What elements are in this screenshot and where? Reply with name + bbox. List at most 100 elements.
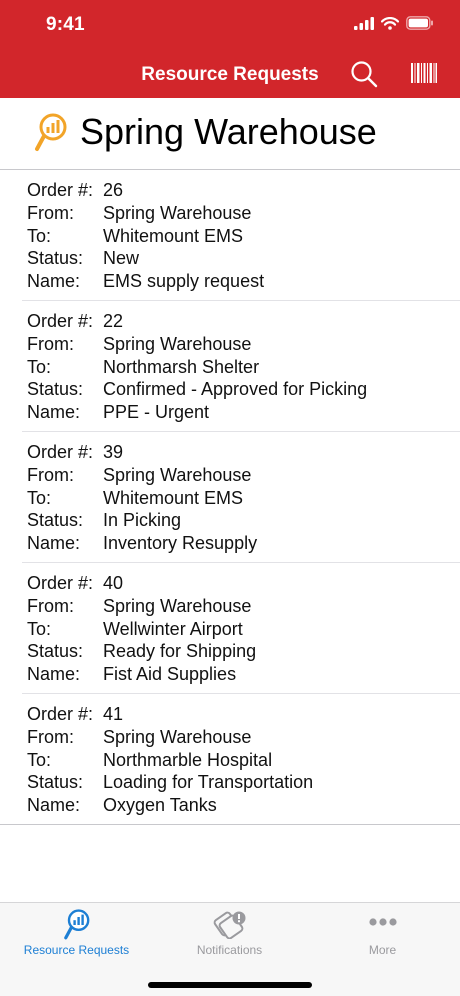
from-label: From: <box>27 465 74 485</box>
status-label: Status: <box>27 641 84 661</box>
to-value: Whitemount EMS <box>103 226 244 246</box>
status-bar: 9:41 <box>0 0 460 50</box>
nav-title: Resource Requests <box>0 64 460 86</box>
name-label: Name: <box>27 795 81 815</box>
name-row: Name: PPE - Urgent <box>27 401 209 423</box>
order-number-label: Order #: <box>27 704 94 724</box>
from-value: Spring Warehouse <box>103 334 252 354</box>
page-title: Spring Warehouse <box>80 111 377 152</box>
nav-title-text: Resource Requests <box>141 64 319 85</box>
status-label: Status: <box>27 248 84 268</box>
to-row: To: Northmarble Hospital <box>27 749 272 771</box>
to-label: To: <box>27 226 52 246</box>
name-value: PPE - Urgent <box>103 402 210 422</box>
top-bar: 9:41 Resource Requests <box>0 0 460 98</box>
to-label: To: <box>27 488 52 508</box>
name-label: Name: <box>27 533 81 553</box>
from-value: Spring Warehouse <box>103 465 252 485</box>
home-indicator[interactable] <box>148 982 312 988</box>
order-number-row: Order #: 26 <box>27 179 123 201</box>
status-row: Status: Confirmed - Approved for Picking <box>27 378 367 400</box>
name-row: Name: Fist Aid Supplies <box>27 663 236 685</box>
order-number-value: 41 <box>103 704 124 724</box>
order-number-label: Order #: <box>27 311 94 331</box>
from-label: From: <box>27 727 74 747</box>
from-value: Spring Warehouse <box>103 727 252 747</box>
notifications-icon <box>213 911 245 939</box>
name-label: Name: <box>27 664 81 684</box>
name-label: Name: <box>27 402 81 422</box>
from-row: From: Spring Warehouse <box>27 464 251 486</box>
tab-more[interactable]: More <box>306 903 459 963</box>
order-number-row: Order #: 41 <box>27 703 123 725</box>
battery-icon <box>406 16 433 30</box>
order-number-value: 26 <box>103 180 124 200</box>
name-value: Oxygen Tanks <box>103 795 217 815</box>
more-icon <box>368 918 397 926</box>
order-number-label: Order #: <box>27 442 94 462</box>
name-value: Fist Aid Supplies <box>103 664 237 684</box>
name-row: Name: Inventory Resupply <box>27 532 257 554</box>
resource-search-logo-icon <box>35 113 67 151</box>
to-row: To: Northmarsh Shelter <box>27 356 259 378</box>
order-item[interactable]: Order #: 22 From: Spring Warehouse To: Nort… <box>22 301 460 432</box>
name-label: Name: <box>27 271 81 291</box>
from-row: From: Spring Warehouse <box>27 726 251 748</box>
name-row: Name: Oxygen Tanks <box>27 794 217 816</box>
status-label: Status: <box>27 379 84 399</box>
order-number-value: 22 <box>103 311 124 331</box>
order-number-value: 39 <box>103 442 124 462</box>
order-item[interactable]: Order #: 39 From: Spring Warehouse To: Whit… <box>22 432 460 563</box>
from-row: From: Spring Warehouse <box>27 595 251 617</box>
order-item[interactable]: Order #: 40 From: Spring Warehouse To: Well… <box>22 563 460 694</box>
order-number-row: Order #: 22 <box>27 310 123 332</box>
to-value: Northmarsh Shelter <box>103 357 260 377</box>
to-value: Whitemount EMS <box>103 488 244 508</box>
status-value: In Picking <box>103 510 182 530</box>
from-label: From: <box>27 334 74 354</box>
tab-notifications-label: Notifications <box>196 943 263 957</box>
to-label: To: <box>27 750 52 770</box>
status-row: Status: Ready for Shipping <box>27 640 256 662</box>
status-value: Ready for Shipping <box>103 641 257 661</box>
to-value: Northmarble Hospital <box>103 750 273 770</box>
to-label: To: <box>27 357 52 377</box>
from-row: From: Spring Warehouse <box>27 333 251 355</box>
order-item[interactable]: Order #: 41 From: Spring Warehouse To: Nort… <box>0 694 460 825</box>
status-time: 9:41 <box>46 14 85 35</box>
to-row: To: Whitemount EMS <box>27 487 243 509</box>
status-icons <box>354 16 434 30</box>
to-row: To: Whitemount EMS <box>27 225 243 247</box>
from-label: From: <box>27 203 74 223</box>
from-value: Spring Warehouse <box>103 203 252 223</box>
from-value: Spring Warehouse <box>103 596 252 616</box>
order-number-row: Order #: 40 <box>27 572 123 594</box>
tab-resource-requests[interactable]: Resource Requests <box>0 903 153 963</box>
to-row: To: Wellwinter Airport <box>27 618 243 640</box>
tab-resource-requests-label: Resource Requests <box>23 943 130 957</box>
name-row: Name: EMS supply request <box>27 270 264 292</box>
from-label: From: <box>27 596 74 616</box>
order-number-row: Order #: 39 <box>27 441 123 463</box>
status-label: Status: <box>27 772 84 792</box>
name-value: EMS supply request <box>103 271 265 291</box>
to-label: To: <box>27 619 52 639</box>
wifi-icon <box>381 16 399 30</box>
status-label: Status: <box>27 510 84 530</box>
status-row: Status: New <box>27 247 139 269</box>
to-value: Wellwinter Airport <box>103 619 243 639</box>
search-icon[interactable] <box>350 60 378 88</box>
status-value: Confirmed - Approved for Picking <box>103 379 368 399</box>
status-row: Status: In Picking <box>27 509 181 531</box>
tab-notifications[interactable]: Notifications <box>153 903 306 963</box>
tab-more-label: More <box>368 943 397 957</box>
order-number-label: Order #: <box>27 573 94 593</box>
cellular-signal-icon <box>354 16 374 30</box>
status-value: Loading for Transportation <box>103 772 314 792</box>
resource-requests-icon <box>63 909 89 940</box>
status-value: New <box>103 248 140 268</box>
order-item[interactable]: Order #: 26 From: Spring Warehouse To: Whit… <box>22 170 460 301</box>
order-number-label: Order #: <box>27 180 94 200</box>
barcode-scan-icon[interactable] <box>411 63 437 83</box>
order-number-value: 40 <box>103 573 124 593</box>
